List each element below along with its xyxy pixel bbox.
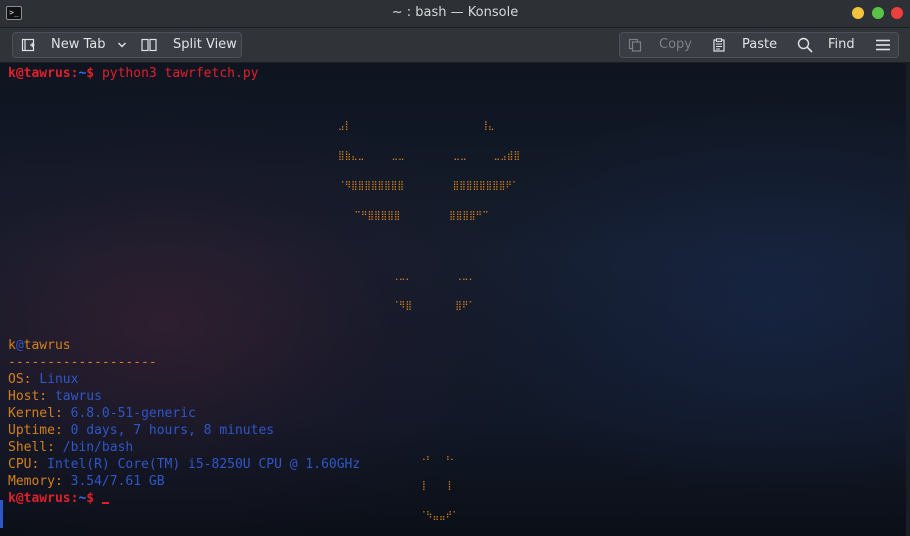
info-value: 0 days, 7 hours, 8 minutes xyxy=(70,423,275,438)
info-row: Host: tawrus xyxy=(8,388,102,405)
new-tab-button[interactable]: New Tab xyxy=(51,33,106,57)
art-line: ⢀⣀⡀ ⢀⣀⡀ xyxy=(338,271,476,281)
prompt-host: tawrus xyxy=(23,66,71,81)
info-row: Uptime: 0 days, 7 hours, 8 minutes xyxy=(8,422,274,439)
command-line: k@tawrus:~$ python3 tawrfetch.py xyxy=(8,65,258,82)
terminal-edge-marker xyxy=(0,500,3,528)
art-line: ⣿⣷⣄⣀ ⣀⣀ ⣀⣀ ⣀⣠⣾⣿ xyxy=(338,151,521,161)
new-tab-icon xyxy=(21,38,35,52)
info-value: Intel(R) Core(TM) i5-8250U CPU @ 1.60GHz xyxy=(47,457,361,472)
info-key: OS: xyxy=(8,372,40,387)
info-value: 3.54/7.61 GB xyxy=(70,474,165,489)
info-at: @ xyxy=(15,338,24,353)
konsole-window: >_ ~ : bash — Konsole New Tab Split View xyxy=(0,0,910,536)
prompt-user: k xyxy=(8,66,16,81)
copy-button[interactable]: Copy xyxy=(659,33,692,57)
prompt-line[interactable]: k@tawrus:~$ xyxy=(8,490,109,507)
ascii-art-face: ⣠⡇ ⢸⣄ ⣿⣷⣄⣀ ⣀⣀ ⣀⣀ ⣀⣠⣾⣿ ⠈⠻⣿⣿⣿⣿⣿⣿⣿⣿ ⣿⣿⣿⣿⣿⣿⣿… xyxy=(338,101,520,536)
chevron-down-icon[interactable] xyxy=(117,40,127,50)
search-icon xyxy=(797,37,813,53)
art-line: ⢀⡄ ⢠⡀ xyxy=(338,451,457,461)
info-key: Uptime: xyxy=(8,423,71,438)
art-line xyxy=(338,241,520,251)
info-row: CPU: Intel(R) Core(TM) i5-8250U CPU @ 1.… xyxy=(8,456,360,473)
art-line: ⢸ ⡇ xyxy=(338,481,455,491)
hamburger-menu-icon[interactable] xyxy=(875,38,891,52)
scrollbar[interactable] xyxy=(906,63,910,536)
info-key: CPU: xyxy=(8,457,48,472)
info-row: Shell: /bin/bash xyxy=(8,439,133,456)
paste-button[interactable]: Paste xyxy=(742,33,777,57)
info-key: Host: xyxy=(8,389,55,404)
info-key: Memory: xyxy=(8,474,71,489)
art-line xyxy=(338,421,520,431)
info-row: Kernel: 6.8.0-51-generic xyxy=(8,405,196,422)
prompt-at: @ xyxy=(15,491,24,506)
info-user: k xyxy=(8,338,16,353)
find-button[interactable]: Find xyxy=(828,33,855,57)
art-line xyxy=(338,361,520,371)
prompt-host: tawrus xyxy=(23,491,71,506)
info-value: Linux xyxy=(39,372,79,387)
prompt-dollar: $ xyxy=(86,66,102,81)
art-line xyxy=(338,331,520,341)
split-view-icon xyxy=(141,38,157,52)
text-cursor xyxy=(101,502,109,504)
terminal-area[interactable]: k@tawrus:~$ python3 tawrfetch.py ⣠⡇ ⢸⣄ ⣿… xyxy=(0,63,910,536)
info-value: /bin/bash xyxy=(62,440,134,455)
art-line xyxy=(338,391,520,401)
minimize-button[interactable] xyxy=(852,7,864,19)
title-bar[interactable]: >_ ~ : bash — Konsole xyxy=(0,0,910,28)
art-line: ⠈⠳⣤⣤⠞⠁ xyxy=(338,511,459,521)
info-row: OS: Linux xyxy=(8,371,78,388)
toolbar: New Tab Split View Copy Paste Find xyxy=(0,28,910,63)
prompt-dollar: $ xyxy=(86,491,102,506)
info-value: tawrus xyxy=(54,389,102,404)
art-line: ⣠⡇ ⢸⣄ xyxy=(338,121,495,131)
window-title: ~ : bash — Konsole xyxy=(391,5,519,20)
info-key: Kernel: xyxy=(8,406,71,421)
command-text: python3 tawrfetch.py xyxy=(101,66,259,81)
info-value: 6.8.0-51-generic xyxy=(70,406,196,421)
prompt-at: @ xyxy=(15,66,24,81)
art-line: ⠈⠻⣿⣿⣿⣿⣿⣿⣿⣿ ⣿⣿⣿⣿⣿⣿⣿⣿⠟⠁ xyxy=(338,181,519,191)
info-row: Memory: 3.54/7.61 GB xyxy=(8,473,165,490)
paste-icon xyxy=(713,38,725,52)
info-separator: ------------------- xyxy=(8,355,157,370)
info-key: Shell: xyxy=(8,440,63,455)
split-view-button[interactable]: Split View xyxy=(173,33,237,57)
prompt-user: k xyxy=(8,491,16,506)
info-header: k@tawrus xyxy=(8,337,71,354)
copy-icon xyxy=(628,38,642,52)
tab-controls-group: New Tab Split View xyxy=(12,32,242,58)
maximize-button[interactable] xyxy=(872,7,884,19)
art-line: ⠉⠛⣿⣿⣿⣿⣿ ⣿⣿⣿⣿⠛⠉ xyxy=(338,211,489,221)
art-line: ⠈⠻⣿ ⣿⠟⠁ xyxy=(338,301,476,311)
edit-controls-group: Copy Paste Find xyxy=(619,32,899,58)
close-button[interactable] xyxy=(891,7,903,19)
info-host: tawrus xyxy=(23,338,71,353)
